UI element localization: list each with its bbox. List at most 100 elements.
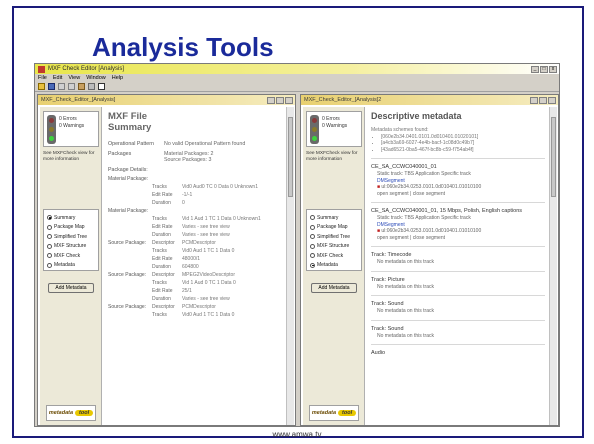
track-head: Track: Picture xyxy=(371,276,405,283)
schemes-list: [060e2b34.0401.0101.0d010401.01020101] [… xyxy=(371,134,545,154)
radio-dot-icon xyxy=(310,224,315,230)
help-icon[interactable] xyxy=(98,83,105,90)
radio-package-map[interactable]: Package Map xyxy=(310,223,358,233)
close-button[interactable] xyxy=(548,96,556,104)
radio-metadata[interactable]: Metadata xyxy=(47,261,95,271)
summary-scrollbar[interactable] xyxy=(286,107,294,425)
metadata-scrollbar[interactable] xyxy=(549,107,557,425)
sp1-tracks: Tracks Vid0 Aud 1 TC 1 Data 0 xyxy=(152,248,235,254)
metadata-window-title: MXF_Check_Editor_[Analysis]2 xyxy=(304,97,382,103)
maximize-button[interactable] xyxy=(276,96,284,104)
radio-dot-icon xyxy=(310,262,315,268)
radio-dot-icon xyxy=(310,215,315,221)
traffic-light-icon xyxy=(310,115,319,144)
radio-package-map[interactable]: Package Map xyxy=(47,223,95,233)
op-row: Operational Pattern No valid Operational … xyxy=(108,141,246,147)
sp1-descriptor: Source Package: Descriptor PCMDescriptor xyxy=(108,240,216,246)
sp2-descriptor: Source Package: Descriptor MPEG2VideoDescr… xyxy=(108,272,235,278)
close-button[interactable]: x xyxy=(549,65,557,73)
radio-simplified-tree[interactable]: Simplified Tree xyxy=(310,232,358,242)
radio-dot-icon xyxy=(310,234,315,240)
track-note: No metadata on this track xyxy=(377,308,434,314)
copy-icon[interactable] xyxy=(68,83,75,90)
packages-row: Packages Material Packages: 2 Source Packa… xyxy=(108,150,214,164)
metadata-tool-logo: metadata tool xyxy=(309,405,359,421)
dm-track-head: CE_SA_CCWC040001_01 xyxy=(371,164,437,170)
close-button[interactable] xyxy=(285,96,293,104)
add-metadata-button[interactable]: Add Metadata xyxy=(311,283,357,293)
radio-dot-icon xyxy=(310,243,315,249)
metadata-tool-logo: metadata tool xyxy=(46,405,96,421)
summary-window-title: MXF_Check_Editor_[Analysis] xyxy=(41,97,116,103)
radio-dot-icon xyxy=(47,215,52,221)
summary-window-controls xyxy=(267,96,295,104)
menu-help[interactable]: Help xyxy=(112,75,123,81)
metadata-window: MXF_Check_Editor_[Analysis]2 0 Errors 0 … xyxy=(300,94,559,426)
menu-view[interactable]: View xyxy=(68,75,80,81)
metadata-sidebar: 0 Errors 0 Warnings See MXFCheck view fo… xyxy=(303,107,365,425)
radio-summary[interactable]: Summary xyxy=(310,213,358,223)
audio-label: Audio xyxy=(371,350,386,356)
summary-content: MXF File Summary Operational Pattern No v… xyxy=(104,107,286,425)
paste-icon[interactable] xyxy=(78,83,85,90)
track-note: No metadata on this track xyxy=(377,332,434,339)
minimize-button[interactable]: _ xyxy=(531,65,539,73)
open-icon[interactable] xyxy=(38,83,45,90)
metadata-heading: Descriptive metadata xyxy=(371,111,462,121)
add-metadata-button[interactable]: Add Metadata xyxy=(48,283,94,293)
print-icon[interactable] xyxy=(88,83,95,90)
sp2-editrate: Edit Rate 25/1 xyxy=(152,288,192,294)
radio-mxf-structure[interactable]: MXF Structure xyxy=(310,242,358,252)
metadata-content: Descriptive metadata Metadata schemes fo… xyxy=(367,107,549,425)
mp2-editrate: Edit Rate Varies - see tree view xyxy=(152,224,230,230)
status-panel: 0 Errors 0 Warnings xyxy=(43,111,99,147)
dm-segment-link[interactable]: DMSegment xyxy=(377,222,405,228)
segment-controls[interactable]: open segment | close segment xyxy=(377,235,545,242)
save-icon[interactable] xyxy=(48,83,55,90)
mp1-label: Material Package: xyxy=(108,176,149,182)
scroll-thumb[interactable] xyxy=(288,117,293,197)
radio-mxf-structure[interactable]: MXF Structure xyxy=(47,242,95,252)
warning-count: 0 Warnings xyxy=(59,123,85,129)
dm-track-head: CE_SA_CCWC040001_01, 15 Mbps, Polish, En… xyxy=(371,208,523,214)
cut-icon[interactable] xyxy=(58,83,65,90)
radio-mxf-check[interactable]: MXF Check xyxy=(47,251,95,261)
ul-icon: ■ xyxy=(377,228,381,234)
mp1-tracks: Tracks Vid0 Aud0 TC 0 Data 0 Unknown1 xyxy=(152,184,258,190)
mp2-tracks: Tracks Vid 1 Aud 1 TC 1 Data 0 Unknown1 xyxy=(152,216,261,222)
scheme-item: [43ad6521-0ba5-467f-bc8b-c59-f754ab4f] xyxy=(381,147,545,154)
radio-dot-icon xyxy=(47,234,52,240)
segment-controls[interactable]: open segment | close segment xyxy=(377,191,545,198)
maximize-button[interactable] xyxy=(539,96,547,104)
menu-edit[interactable]: Edit xyxy=(53,75,62,81)
app-window: MXF Check Editor [Analysis] _ □ x File E… xyxy=(34,63,560,427)
radio-dot-icon xyxy=(47,243,52,249)
radio-mxf-check[interactable]: MXF Check xyxy=(310,251,358,261)
sp3-descriptor: Source Package: Descriptor PCMDescriptor xyxy=(108,304,216,310)
radio-metadata[interactable]: Metadata xyxy=(310,261,358,271)
metadata-window-titlebar: MXF_Check_Editor_[Analysis]2 xyxy=(301,95,558,105)
summary-window-titlebar: MXF_Check_Editor_[Analysis] xyxy=(38,95,295,105)
mp1-duration: Duration 0 xyxy=(152,200,185,206)
minimize-button[interactable] xyxy=(267,96,275,104)
sp1-editrate: Edit Rate 48000/1 xyxy=(152,256,201,262)
radio-dot-icon xyxy=(47,262,52,268)
minimize-button[interactable] xyxy=(530,96,538,104)
menu-file[interactable]: File xyxy=(38,75,47,81)
radio-simplified-tree[interactable]: Simplified Tree xyxy=(47,232,95,242)
app-titlebar: MXF Check Editor [Analysis] _ □ x xyxy=(35,64,559,74)
mp1-editrate: Edit Rate -1/-1 xyxy=(152,192,193,198)
radio-dot-icon xyxy=(310,253,315,259)
view-selector: Summary Package Map Simplified Tree MXF … xyxy=(43,209,99,271)
menu-window[interactable]: Window xyxy=(86,75,106,81)
track-head: Track: Sound xyxy=(371,301,404,307)
radio-summary[interactable]: Summary xyxy=(47,213,95,223)
scroll-thumb[interactable] xyxy=(551,117,556,197)
dm-segment-link[interactable]: DMSegment xyxy=(377,178,405,184)
sp2-duration: Duration Varies - see tree view xyxy=(152,296,230,302)
maximize-button[interactable]: □ xyxy=(540,65,548,73)
window-controls: _ □ x xyxy=(531,65,559,73)
track-note: No metadata on this track xyxy=(377,259,434,265)
radio-dot-icon xyxy=(47,224,52,230)
slide-footer: www.amwa.tv xyxy=(272,430,322,439)
